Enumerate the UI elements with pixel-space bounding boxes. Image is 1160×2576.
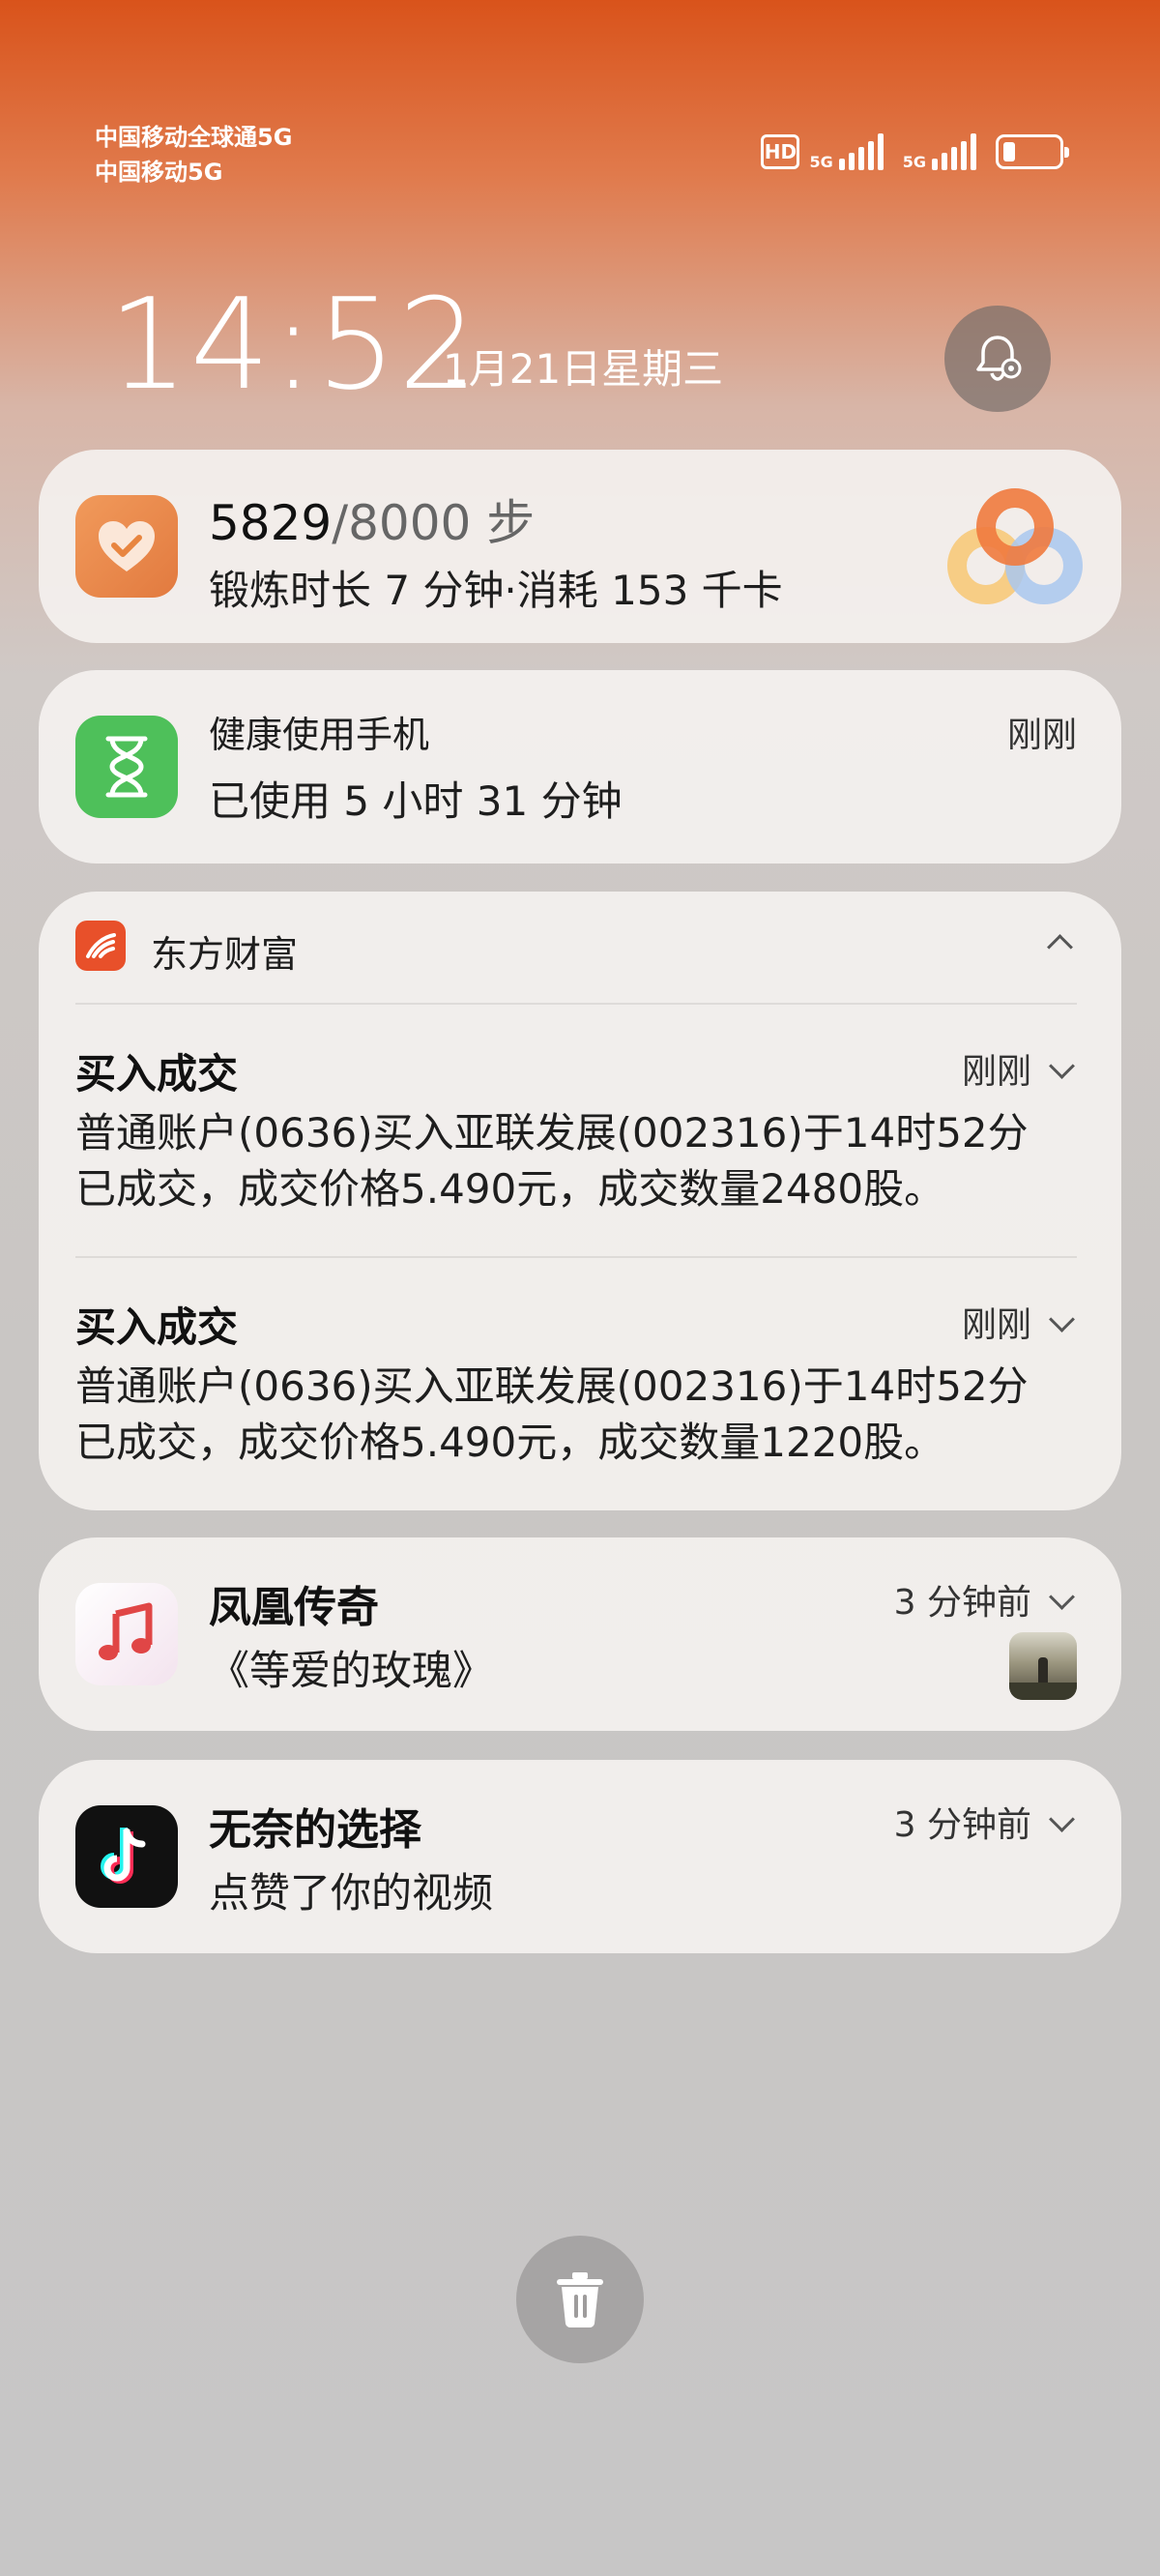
screen-time-app-icon (75, 716, 178, 818)
screen-time-card[interactable]: 健康使用手机 刚刚 已使用 5 小时 31 分钟 (39, 670, 1121, 864)
bell-gear-icon (976, 336, 1022, 381)
screen-time-body: 已使用 5 小时 31 分钟 (209, 777, 623, 825)
carrier-secondary: 中国移动5G (95, 159, 223, 186)
chevron-up-icon (1047, 934, 1073, 960)
hd-voice-icon: HD (761, 134, 800, 169)
screen-time-title: 健康使用手机 (209, 714, 430, 756)
clear-all-notifications-button[interactable] (516, 2236, 644, 2363)
steps-summary: 5829/8000 步 (209, 484, 535, 554)
status-icons: HD 5G 5G (761, 133, 1069, 170)
trade-notification-2[interactable]: 买入成交 刚刚 普通账户(0636)买入亚联发展(002316)于14时52分 … (39, 1256, 1121, 1509)
chevron-down-icon (1049, 1584, 1075, 1610)
health-steps-card[interactable]: 5829/8000 步 锻炼时长 7 分钟·消耗 153 千卡 (39, 450, 1121, 643)
music-notification-card[interactable]: 凤凰传奇 3 分钟前 《等爱的玫瑰》 (39, 1537, 1121, 1731)
eastmoney-app-name: 东方财富 (151, 933, 299, 976)
music-timestamp[interactable]: 3 分钟前 (894, 1574, 1075, 1625)
chevron-down-icon (1049, 1306, 1075, 1332)
screen-time-timestamp: 刚刚 (1006, 716, 1077, 755)
song-artist: 凤凰传奇 (209, 1583, 379, 1632)
trade-notification-1[interactable]: 买入成交 刚刚 普通账户(0636)买入亚联发展(002316)于14时52分 … (39, 1003, 1121, 1256)
battery-level (1003, 142, 1015, 161)
notification-settings-button[interactable] (944, 306, 1051, 412)
battery-icon (996, 134, 1069, 169)
activity-rings-icon (947, 488, 1083, 604)
exercise-detail: 锻炼时长 7 分钟·消耗 153 千卡 (209, 567, 783, 614)
song-title: 《等爱的玫瑰》 (209, 1647, 494, 1694)
douyin-timestamp[interactable]: 3 分钟前 (894, 1797, 1075, 1847)
signal-2-icon: 5G (903, 133, 976, 170)
trade-title: 买入成交 (75, 1050, 239, 1098)
clock-date: 1月21日星期三 (443, 345, 724, 393)
trade-body: 普通账户(0636)买入亚联发展(002316)于14时52分 已成交，成交价格… (75, 1362, 1029, 1466)
eastmoney-app-icon (75, 921, 126, 971)
music-app-icon (75, 1583, 178, 1685)
steps-goal: /8000 步 (332, 495, 536, 551)
douyin-message: 点赞了你的视频 (209, 1869, 494, 1917)
douyin-app-icon (75, 1805, 178, 1908)
trade-title: 买入成交 (75, 1303, 239, 1351)
album-art-thumbnail (1009, 1632, 1077, 1700)
steps-count: 5829 (209, 495, 333, 551)
clock-time: 14:52 (108, 271, 480, 418)
eastmoney-notification-group[interactable]: 东方财富 买入成交 刚刚 普通账户(0636)买入亚联发展(002316)于14… (39, 892, 1121, 1510)
collapse-group-button[interactable] (1047, 934, 1073, 960)
chevron-down-icon (1049, 1806, 1075, 1832)
carrier-primary: 中国移动全球通5G (95, 124, 293, 151)
trade-timestamp[interactable]: 刚刚 (962, 1043, 1075, 1094)
trade-timestamp[interactable]: 刚刚 (962, 1297, 1075, 1347)
douyin-sender: 无奈的选择 (209, 1805, 421, 1855)
trade-body: 普通账户(0636)买入亚联发展(002316)于14时52分 已成交，成交价格… (75, 1109, 1029, 1213)
chevron-down-icon (1049, 1053, 1075, 1079)
trash-icon (557, 2272, 603, 2328)
signal-1-icon: 5G (809, 133, 884, 170)
douyin-notification-card[interactable]: 无奈的选择 3 分钟前 点赞了你的视频 (39, 1760, 1121, 1953)
health-app-icon (75, 495, 178, 598)
